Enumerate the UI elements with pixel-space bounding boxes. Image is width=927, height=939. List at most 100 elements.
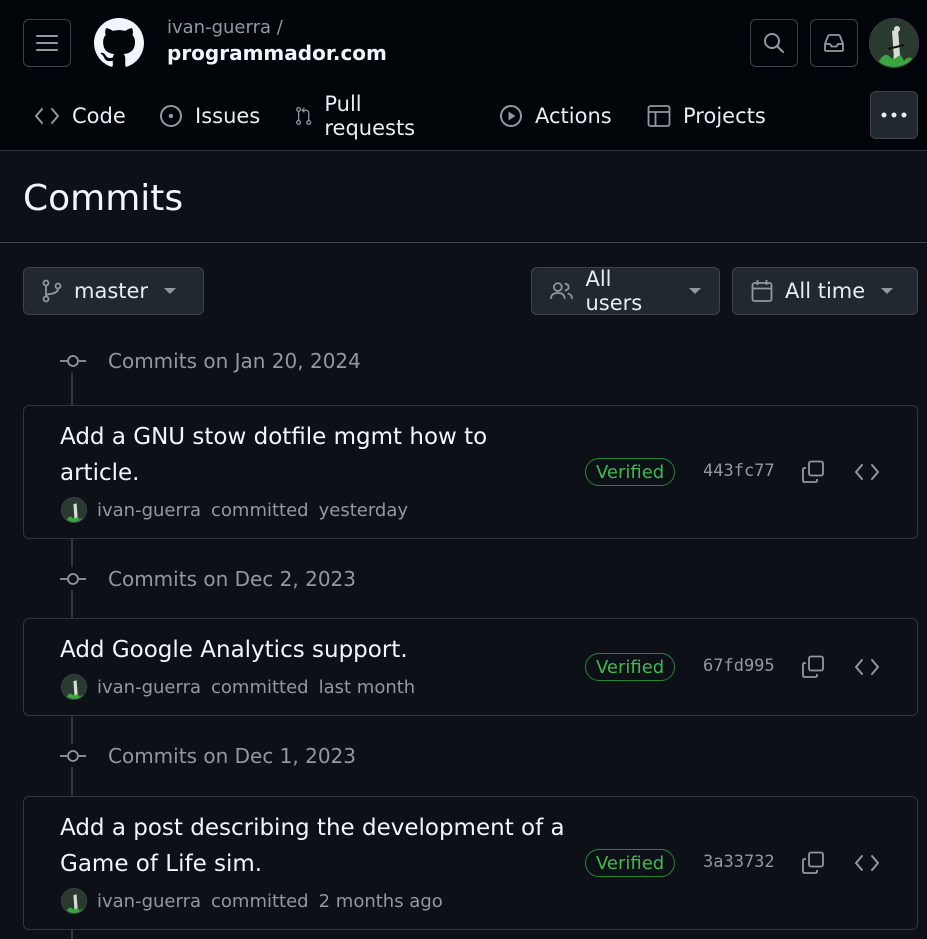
commit-message[interactable]: Add Google Analytics support. xyxy=(60,632,580,668)
tab-issues[interactable]: Issues xyxy=(159,90,260,142)
kebab-horizontal-icon xyxy=(881,112,907,118)
commit-row: Add Google Analytics support. ivan-guerr… xyxy=(23,618,918,716)
browse-files-button[interactable] xyxy=(853,458,881,486)
commit-message[interactable]: Add a GNU stow dotfile mgmt how to artic… xyxy=(60,419,580,491)
commit-message-line: Add a post describing the development of… xyxy=(60,815,565,841)
copy-sha-button[interactable] xyxy=(799,653,827,681)
more-tabs-button[interactable] xyxy=(870,91,918,139)
commit-author[interactable]: ivan-guerra xyxy=(97,891,201,912)
commit-author[interactable]: ivan-guerra xyxy=(97,500,201,521)
commit-meta: ivan-guerra committed yesterday xyxy=(61,497,408,523)
chevron-down-icon xyxy=(689,288,701,294)
avatar-image-icon xyxy=(62,498,86,522)
chevron-down-icon xyxy=(881,288,894,294)
timeline-connector xyxy=(71,929,73,939)
play-icon xyxy=(500,105,522,127)
browse-files-button[interactable] xyxy=(853,849,881,877)
commit-sha[interactable]: 443fc77 xyxy=(703,461,775,481)
hamburger-icon xyxy=(36,35,58,51)
commit-row: Add a GNU stow dotfile mgmt how to artic… xyxy=(23,405,918,539)
people-icon xyxy=(550,282,573,299)
tab-projects[interactable]: Projects xyxy=(647,90,766,142)
author-avatar[interactable] xyxy=(61,888,87,914)
copy-sha-button[interactable] xyxy=(799,458,827,486)
tab-pull-requests-label: Pull requests xyxy=(324,92,416,140)
commit-group-date: Commits on Dec 1, 2023 xyxy=(108,744,357,768)
verified-badge[interactable]: Verified xyxy=(585,458,676,486)
author-avatar[interactable] xyxy=(61,674,87,700)
avatar-image-icon xyxy=(870,19,918,67)
verified-badge[interactable]: Verified xyxy=(585,849,676,877)
app-header: ivan-guerra / programmador.com xyxy=(0,0,927,151)
commit-sha[interactable]: 67fd995 xyxy=(703,656,775,676)
commit-group-header: Commits on Dec 2, 2023 xyxy=(60,564,356,594)
tab-pull-requests[interactable]: Pull requests xyxy=(295,90,422,142)
commit-meta: ivan-guerra committed last month xyxy=(61,674,415,700)
users-filter-label: All users xyxy=(585,267,643,315)
avatar-image-icon xyxy=(62,889,86,913)
commit-message-line: Game of Life sim. xyxy=(60,851,263,877)
search-button[interactable] xyxy=(750,19,798,67)
copy-icon xyxy=(802,460,824,483)
inbox-icon xyxy=(824,34,844,52)
git-commit-icon xyxy=(60,750,86,762)
avatar-image-icon xyxy=(62,675,86,699)
tab-projects-label: Projects xyxy=(683,104,766,128)
commit-group-date: Commits on Jan 20, 2024 xyxy=(108,349,361,373)
timeline-connector xyxy=(71,716,73,744)
tab-actions[interactable]: Actions xyxy=(499,90,612,142)
branch-name: master xyxy=(74,279,149,303)
user-avatar[interactable] xyxy=(869,18,919,68)
tab-actions-label: Actions xyxy=(535,104,612,128)
timeline-connector xyxy=(71,539,73,567)
git-branch-icon xyxy=(42,279,62,303)
copy-sha-button[interactable] xyxy=(799,849,827,877)
chevron-down-icon xyxy=(164,288,177,294)
browse-files-button[interactable] xyxy=(853,653,881,681)
verified-badge[interactable]: Verified xyxy=(585,653,676,681)
commit-group-header: Commits on Dec 1, 2023 xyxy=(60,741,356,771)
issue-opened-icon xyxy=(160,105,182,127)
timeline-connector xyxy=(71,767,73,797)
commit-time: yesterday xyxy=(318,499,409,521)
github-logo-icon[interactable] xyxy=(94,18,144,68)
page-title: Commits xyxy=(23,178,184,219)
commit-action: committed xyxy=(211,499,309,521)
users-filter[interactable]: All users xyxy=(531,267,720,315)
tab-issues-label: Issues xyxy=(195,104,261,128)
git-commit-icon xyxy=(60,355,86,367)
commit-message-line: Add a GNU stow dotfile mgmt how to xyxy=(60,424,488,450)
commit-group-header: Commits on Jan 20, 2024 xyxy=(60,346,361,376)
time-filter[interactable]: All time xyxy=(732,267,918,315)
branch-selector[interactable]: master xyxy=(23,267,204,315)
author-avatar[interactable] xyxy=(61,497,87,523)
tab-code[interactable]: Code xyxy=(34,90,126,142)
commit-group-date: Commits on Dec 2, 2023 xyxy=(108,567,357,591)
repo-name[interactable]: programmador.com xyxy=(167,41,387,65)
code-icon xyxy=(35,108,59,124)
commit-action: committed xyxy=(211,890,309,912)
commit-row: Add a post describing the development of… xyxy=(23,796,918,930)
commit-message[interactable]: Add a post describing the development of… xyxy=(60,810,580,882)
code-icon xyxy=(855,464,879,480)
commit-sha[interactable]: 3a33732 xyxy=(703,852,775,872)
repo-owner[interactable]: ivan-guerra / xyxy=(167,17,283,38)
timeline-connector xyxy=(71,372,73,406)
commit-time: last month xyxy=(318,676,416,698)
git-pull-request-icon xyxy=(296,106,312,126)
inbox-button[interactable] xyxy=(810,19,858,67)
time-filter-label: All time xyxy=(785,279,866,303)
commit-action: committed xyxy=(211,676,309,698)
commit-message-line: article. xyxy=(60,460,140,486)
commit-meta: ivan-guerra committed 2 months ago xyxy=(61,888,443,914)
table-icon xyxy=(647,105,671,127)
menu-button[interactable] xyxy=(23,19,71,67)
commit-time: 2 months ago xyxy=(318,890,443,912)
calendar-icon xyxy=(751,280,773,302)
code-icon xyxy=(855,855,879,871)
code-icon xyxy=(855,659,879,675)
git-commit-icon xyxy=(60,573,86,585)
copy-icon xyxy=(802,655,824,678)
commit-author[interactable]: ivan-guerra xyxy=(97,677,201,698)
search-icon xyxy=(764,33,784,53)
